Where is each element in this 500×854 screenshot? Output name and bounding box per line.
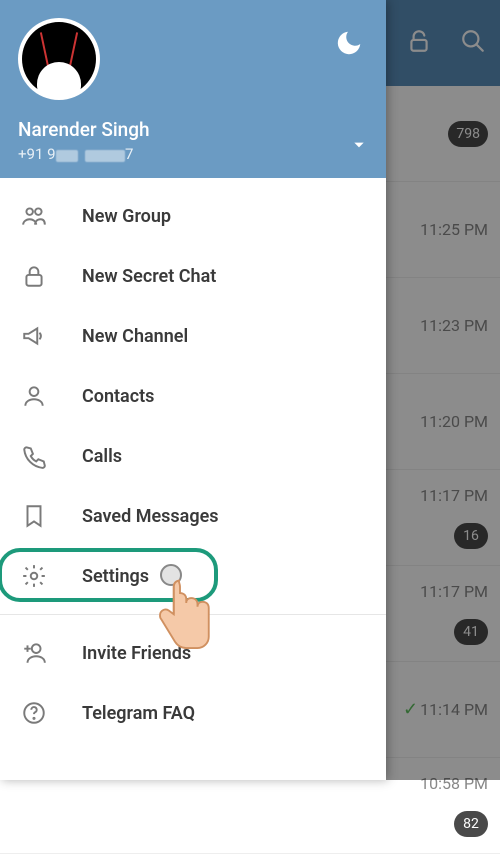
menu-new-group[interactable]: New Group: [0, 186, 386, 246]
profile-name: Narender Singh: [18, 118, 368, 141]
menu-new-secret-chat[interactable]: New Secret Chat: [0, 246, 386, 306]
avatar[interactable]: [18, 18, 100, 100]
megaphone-icon: [20, 323, 48, 349]
unread-badge: 82: [454, 811, 488, 837]
menu-label: Saved Messages: [82, 506, 219, 527]
menu-saved-messages[interactable]: Saved Messages: [0, 486, 386, 546]
drawer-menu: New Group New Secret Chat New Channel Co…: [0, 178, 386, 780]
gear-icon: [20, 563, 48, 589]
menu-invite-friends[interactable]: Invite Friends: [0, 623, 386, 683]
menu-label: Telegram FAQ: [82, 703, 195, 724]
account-switch-toggle[interactable]: [352, 137, 366, 156]
menu-label: New Secret Chat: [82, 266, 216, 287]
help-icon: [20, 700, 48, 726]
menu-telegram-faq[interactable]: Telegram FAQ: [0, 683, 386, 743]
navigation-drawer: Narender Singh +91 9 7 New Group New Sec…: [0, 0, 386, 780]
menu-label: Settings: [82, 566, 149, 587]
menu-contacts[interactable]: Contacts: [0, 366, 386, 426]
menu-new-channel[interactable]: New Channel: [0, 306, 386, 366]
menu-label: Contacts: [82, 386, 154, 407]
person-icon: [20, 383, 48, 409]
group-icon: [20, 203, 48, 229]
drawer-header: Narender Singh +91 9 7: [0, 0, 386, 178]
menu-label: Calls: [82, 446, 122, 467]
night-mode-toggle[interactable]: [334, 28, 364, 62]
menu-calls[interactable]: Calls: [0, 426, 386, 486]
menu-label: New Group: [82, 206, 171, 227]
lock-icon: [20, 263, 48, 289]
bookmark-icon: [20, 503, 48, 529]
person-add-icon: [20, 640, 48, 666]
menu-divider: [0, 614, 386, 615]
phone-icon: [20, 443, 48, 469]
menu-label: Invite Friends: [82, 643, 191, 664]
menu-label: New Channel: [82, 326, 188, 347]
menu-settings[interactable]: Settings: [0, 546, 386, 606]
profile-phone: +91 9 7: [18, 145, 368, 164]
